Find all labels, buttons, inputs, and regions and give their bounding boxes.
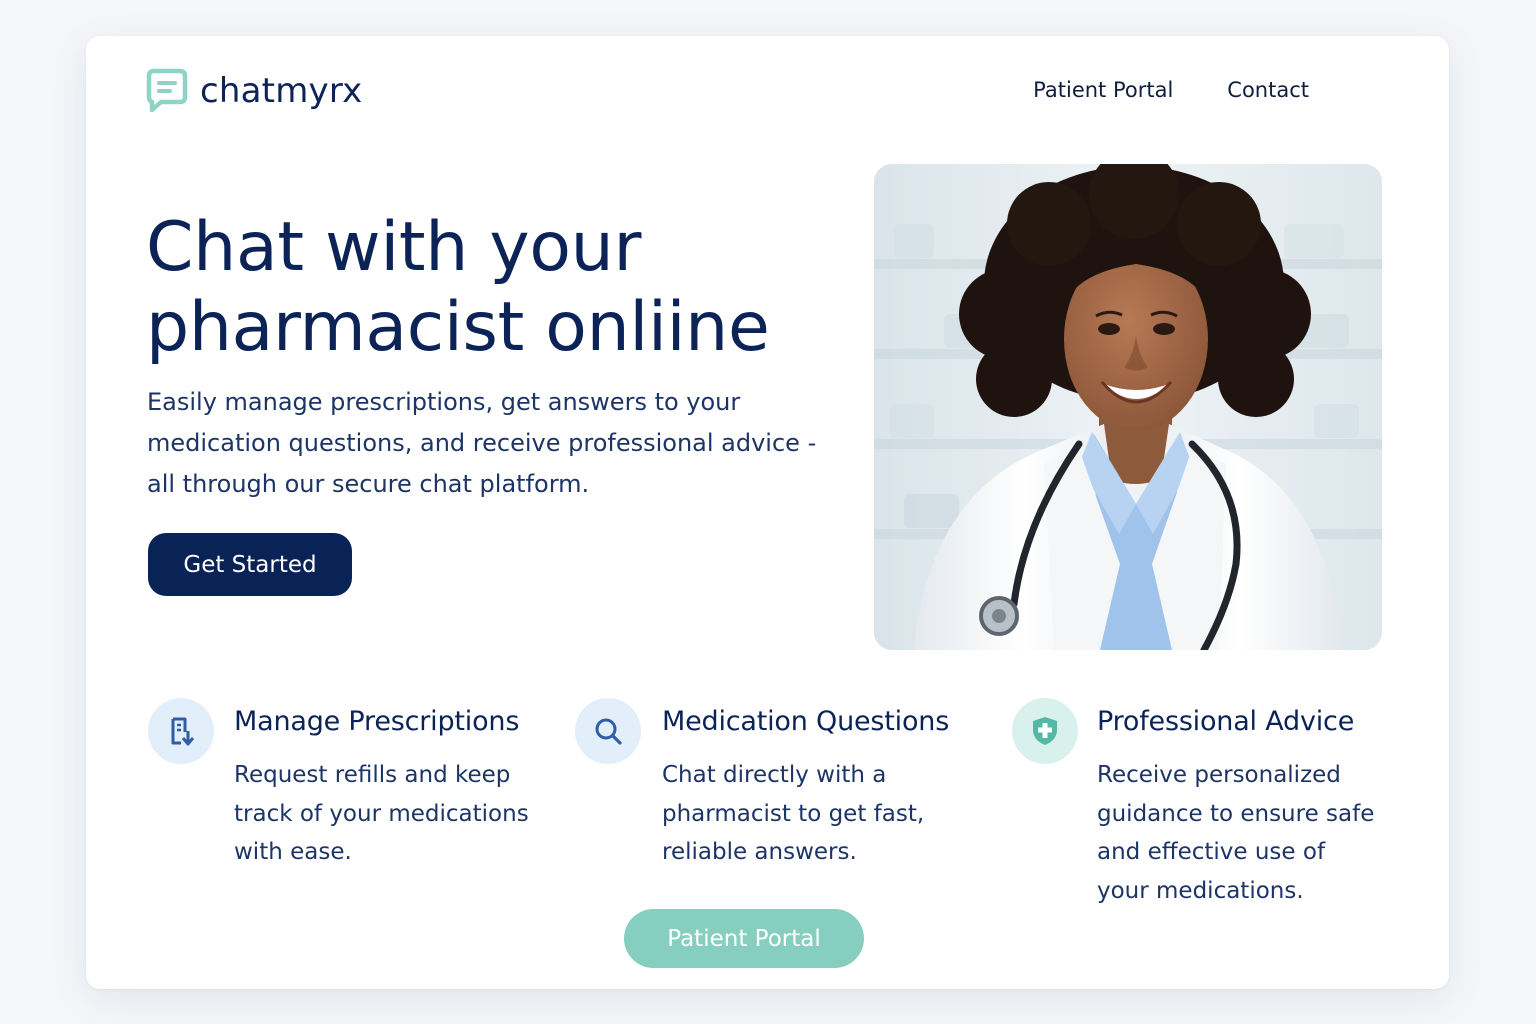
hero-title-line: pharmacist onliine	[146, 288, 770, 367]
hero-title: Chat with your pharmacist onliine	[146, 208, 846, 368]
pharmacist-photo	[874, 164, 1382, 650]
feature-description-line: Request refills and keep	[234, 762, 511, 788]
landing-card: chatmyrx Patient Portal Contact Chat wit…	[86, 36, 1449, 989]
feature-description-line: Receive personalized	[1097, 762, 1341, 788]
search-icon	[575, 698, 641, 764]
feature-description-line: pharmacist to get fast,	[662, 800, 925, 827]
patient-portal-button[interactable]: Patient Portal	[624, 909, 864, 968]
feature-description: Request refills and keep track of your m…	[234, 756, 529, 872]
feature-description-line: track of your medications	[234, 800, 529, 827]
feature-description-line: reliable answers.	[662, 839, 857, 865]
feature-description: Receive personalized guidance to ensure …	[1097, 756, 1374, 910]
feature-description-line: and effective use of	[1097, 839, 1326, 865]
feature-description: Chat directly with a pharmacist to get f…	[662, 756, 924, 872]
shield-cross-icon	[1012, 698, 1078, 764]
top-nav: Patient Portal Contact	[1033, 78, 1309, 102]
pharmacist-illustration	[874, 164, 1382, 650]
hero-description: Easily manage prescriptions, get answers…	[147, 382, 837, 505]
hero-description-line: medication questions, and receive profes…	[147, 429, 817, 457]
feature-title: Professional Advice	[1097, 706, 1355, 737]
nav-link-contact[interactable]: Contact	[1227, 78, 1309, 102]
feature-title: Medication Questions	[662, 706, 950, 737]
feature-description-line: with ease.	[234, 839, 352, 865]
chat-bubble-icon	[146, 68, 188, 113]
brand-name: chatmyrx	[200, 71, 363, 111]
nav-link-patient-portal[interactable]: Patient Portal	[1033, 78, 1173, 102]
hero-title-line: Chat with your	[146, 208, 642, 287]
prescription-download-icon	[148, 698, 214, 764]
hero-description-line: all through our secure chat platform.	[147, 470, 590, 498]
feature-title: Manage Prescriptions	[234, 706, 520, 737]
hero-description-line: Easily manage prescriptions, get answers…	[147, 388, 741, 416]
feature-description-line: guidance to ensure safe	[1097, 800, 1375, 827]
feature-description-line: Chat directly with a	[662, 762, 887, 788]
feature-description-line: your medications.	[1097, 877, 1304, 904]
brand-logo[interactable]: chatmyrx	[146, 68, 362, 114]
get-started-button[interactable]: Get Started	[148, 533, 352, 596]
